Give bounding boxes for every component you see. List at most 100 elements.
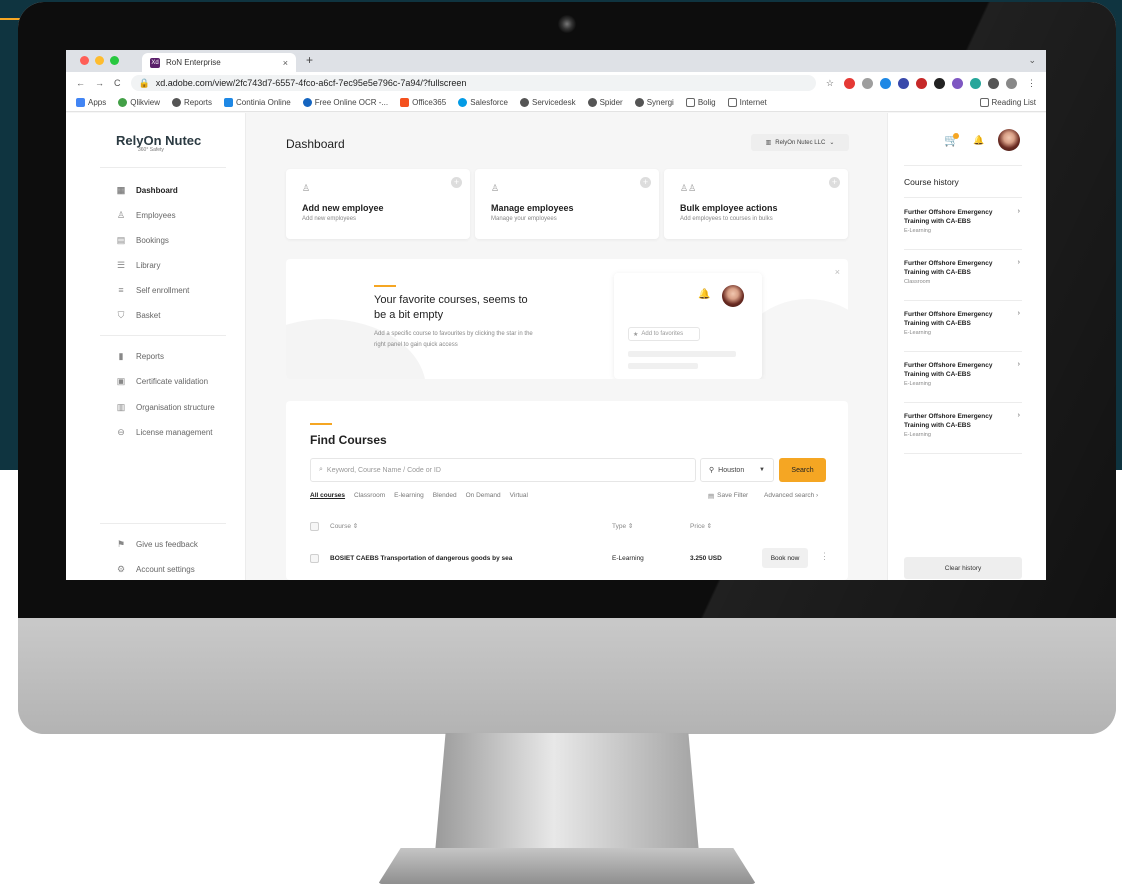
filter-blended[interactable]: Blended — [433, 492, 457, 499]
add-new-employee-card[interactable]: ♙ + Add new employee Add new employees — [286, 169, 470, 239]
back-icon[interactable]: ← — [76, 78, 85, 88]
bookmark-synergi[interactable]: Synergi — [634, 98, 674, 107]
bookmark-qlikview[interactable]: Qlikview — [118, 98, 160, 107]
chevron-right-icon: › — [1017, 412, 1020, 419]
close-window-button[interactable] — [80, 56, 89, 65]
course-search-input[interactable]: ⌕ Keyword, Course Name / Code or ID — [310, 458, 696, 482]
history-item[interactable]: Further Offshore Emergency Training with… — [904, 412, 1022, 462]
sidebar-item-feedback[interactable]: ⚑ Give us feedback — [116, 539, 198, 550]
history-item[interactable]: Further Offshore Emergency Training with… — [904, 259, 1022, 309]
organisation-selector[interactable]: ▥ RelyOn Nutec LLC ⌄ — [751, 134, 849, 151]
extension-icon[interactable] — [952, 77, 963, 89]
course-name[interactable]: BOSIET CAEBS Transportation of dangerous… — [330, 555, 512, 562]
book-now-button[interactable]: Book now — [762, 548, 808, 568]
cloud-icon — [458, 98, 468, 107]
extension-icon[interactable] — [934, 77, 945, 89]
favorites-illustration: 🔔 ★ Add to favorites — [614, 273, 762, 379]
manage-employees-card[interactable]: ♙ + Manage employees Manage your employe… — [475, 169, 659, 239]
more-options-icon[interactable]: ⋮ — [820, 551, 829, 562]
sidebar-item-employees[interactable]: ♙ Employees — [116, 210, 176, 221]
location-select[interactable]: ⚲ Houston ▼ — [700, 458, 774, 482]
plus-icon[interactable]: + — [640, 177, 651, 188]
row-checkbox[interactable] — [310, 554, 319, 563]
minimize-window-button[interactable] — [95, 56, 104, 65]
sidebar-item-account-settings[interactable]: ⚙ Account settings — [116, 564, 195, 575]
history-item[interactable]: Further Offshore Emergency Training with… — [904, 310, 1022, 360]
bookmark-reports[interactable]: Reports — [172, 98, 212, 107]
bookmark-ocr[interactable]: Free Online OCR -... — [302, 98, 388, 107]
bookmark-salesforce[interactable]: Salesforce — [458, 98, 508, 107]
reading-list[interactable]: Reading List — [979, 98, 1036, 107]
bookmark-spider[interactable]: Spider — [587, 98, 623, 107]
gear-icon: ⚙ — [116, 564, 126, 574]
reload-icon[interactable]: C — [114, 78, 121, 88]
filter-on-demand[interactable]: On Demand — [466, 492, 501, 499]
bookmark-office365[interactable]: Office365 — [400, 98, 446, 107]
clear-history-button[interactable]: Clear history — [904, 557, 1022, 579]
browser-tab[interactable]: Xd RoN Enterprise × — [142, 53, 296, 72]
folder-icon — [685, 98, 695, 107]
column-header-type[interactable]: Type ⇕ — [612, 522, 633, 530]
sidebar-item-dashboard[interactable]: ▦ Dashboard — [116, 185, 178, 196]
sidebar-item-basket[interactable]: ⛉ Basket — [116, 310, 161, 321]
save-filter-button[interactable]: ▤ Save Filter — [708, 492, 748, 500]
user-avatar[interactable] — [998, 129, 1020, 151]
puzzle-icon[interactable] — [988, 77, 999, 89]
bulk-employee-actions-card[interactable]: ♙♙ + Bulk employee actions Add employees… — [664, 169, 848, 239]
extension-icon[interactable] — [880, 77, 891, 89]
column-header-price[interactable]: Price ⇕ — [690, 522, 712, 530]
bookmark-servicedesk[interactable]: Servicedesk — [520, 98, 576, 107]
bell-icon[interactable]: 🔔 — [973, 135, 984, 146]
extension-icon[interactable] — [862, 77, 873, 89]
maximize-window-button[interactable] — [110, 56, 119, 65]
search-button[interactable]: Search — [779, 458, 826, 482]
history-course-type: E-Learning — [904, 432, 931, 438]
bookmark-internet[interactable]: Internet — [727, 98, 767, 107]
app: RelyOn Nutec 360° Safety ▦ Dashboard ♙ Emp… — [66, 113, 1046, 580]
filter-all-courses[interactable]: All courses — [310, 492, 345, 499]
sidebar-item-reports[interactable]: ▮ Reports — [116, 351, 165, 362]
sidebar-item-organisation-structure[interactable]: ▥ Organisation structure — [116, 402, 215, 413]
new-tab-button[interactable]: + — [306, 53, 313, 67]
plus-icon[interactable]: + — [451, 177, 462, 188]
globe-icon — [587, 98, 597, 107]
extension-icon[interactable] — [898, 77, 909, 89]
favorites-description: Add a specific course to favourites by c… — [374, 331, 533, 348]
globe-icon — [634, 98, 644, 107]
extension-icon[interactable] — [970, 77, 981, 89]
tab-search-icon[interactable]: ⌄ — [1028, 55, 1036, 66]
address-bar[interactable]: 🔒 xd.adobe.com/view/2fc743d7-6557-4fco-a… — [130, 75, 816, 91]
history-course-name: Further Offshore Emergency Training with… — [904, 209, 993, 225]
sidebar-item-certificate-validation[interactable]: ▣ Certificate validation — [116, 376, 208, 387]
more-menu-icon[interactable]: ⋮ — [1027, 78, 1036, 89]
forward-icon[interactable]: → — [95, 78, 104, 88]
tab-close-icon[interactable]: × — [283, 58, 288, 68]
history-item[interactable]: Further Offshore Emergency Training with… — [904, 208, 1022, 258]
sidebar-item-library[interactable]: ☰ Library — [116, 260, 161, 271]
sidebar-item-self-enrollment[interactable]: ≡ Self enrollment — [116, 285, 189, 295]
filter-classroom[interactable]: Classroom — [354, 492, 385, 499]
globe-icon — [520, 98, 529, 107]
bookmark-continia[interactable]: Continia Online — [224, 98, 291, 107]
close-icon[interactable]: × — [835, 267, 840, 277]
tab-title: RoN Enterprise — [166, 58, 221, 67]
chevron-right-icon: › — [816, 492, 819, 499]
history-item[interactable]: Further Offshore Emergency Training with… — [904, 361, 1022, 411]
plus-icon[interactable]: + — [829, 177, 840, 188]
column-header-course[interactable]: Course ⇕ — [330, 522, 358, 530]
filter-virtual[interactable]: Virtual — [510, 492, 528, 499]
add-user-icon: ♙ — [302, 183, 311, 193]
relyon-logo[interactable]: RelyOn Nutec — [116, 133, 201, 148]
bookmark-apps[interactable]: Apps — [76, 98, 106, 107]
extension-icon[interactable] — [844, 77, 855, 89]
sidebar-item-license-management[interactable]: ⊖ License management — [116, 427, 212, 438]
advanced-search-link[interactable]: Advanced search › — [764, 492, 818, 499]
sidebar-item-bookings[interactable]: ▤ Bookings — [116, 235, 169, 246]
profile-icon[interactable] — [1006, 77, 1017, 89]
filter-e-learning[interactable]: E-learning — [394, 492, 424, 499]
extension-icon[interactable] — [916, 77, 927, 89]
panel-divider — [904, 402, 1022, 403]
star-icon[interactable]: ☆ — [826, 78, 834, 89]
select-all-checkbox[interactable] — [310, 522, 319, 531]
bookmark-bolig[interactable]: Bolig — [685, 98, 716, 107]
